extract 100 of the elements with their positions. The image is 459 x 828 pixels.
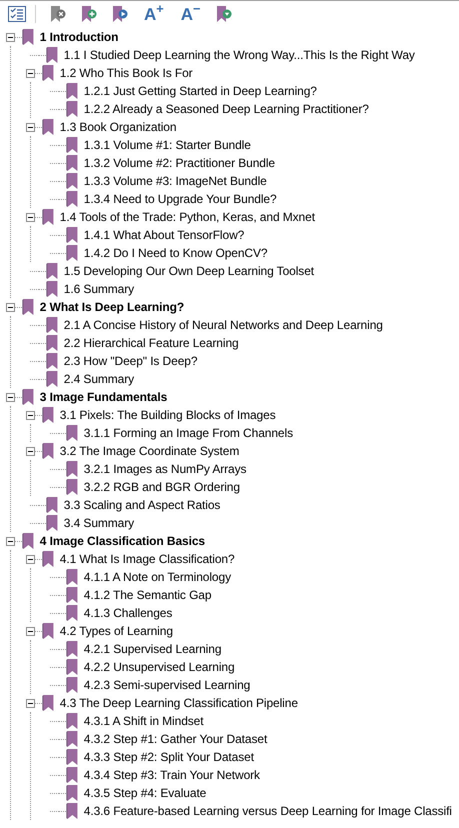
bookmark-icon — [42, 119, 55, 135]
bookmark-icon — [66, 587, 79, 603]
bookmark-title[interactable]: 3.4 Summary — [64, 514, 134, 532]
checklist-icon[interactable] — [8, 6, 26, 22]
bookmark-title[interactable]: 2.1 A Concise History of Neural Networks and Deep Learning — [64, 316, 383, 334]
collapse-toggle[interactable] — [26, 68, 35, 78]
bookmark-icon — [22, 29, 35, 45]
bookmark-icon — [46, 281, 59, 297]
collapse-toggle[interactable] — [6, 392, 15, 402]
bookmark-icon — [46, 47, 59, 63]
bookmark-title[interactable]: 1.2 Who This Book Is For — [60, 64, 193, 82]
bookmark-icon — [46, 317, 59, 333]
collapse-toggle[interactable] — [26, 446, 35, 456]
bookmark-title[interactable]: 1.3.2 Volume #2: Practitioner Bundle — [84, 154, 275, 172]
bookmark-icon — [66, 713, 79, 729]
bookmark-title[interactable]: 3.2.1 Images as NumPy Arrays — [84, 460, 246, 478]
bookmark-icon — [66, 173, 79, 189]
collapse-toggle[interactable] — [26, 698, 35, 708]
bookmark-title[interactable]: 4.3.1 A Shift in Mindset — [84, 712, 204, 730]
collapse-toggle[interactable] — [6, 32, 15, 42]
bookmark-icon — [42, 209, 55, 225]
bookmark-title[interactable]: 4.2.2 Unsupervised Learning — [84, 658, 235, 676]
bookmark-title[interactable]: 4.2.3 Semi-supervised Learning — [84, 676, 250, 694]
bookmark-icon — [66, 731, 79, 747]
collapse-toggle[interactable] — [6, 302, 15, 312]
bookmark-title[interactable]: 1 Introduction — [40, 28, 118, 46]
bookmark-title[interactable]: 3 Image Fundamentals — [40, 388, 168, 406]
bookmark-title[interactable]: 4.3.6 Feature-based Learning versus Deep Learning for Image Classifi — [84, 802, 452, 820]
bookmark-icon — [66, 137, 79, 153]
bookmark-title[interactable]: 1.2.1 Just Getting Started in Deep Learning? — [84, 82, 317, 100]
bookmark-title[interactable]: 1.4 Tools of the Trade: Python, Keras, and Mxnet — [60, 208, 315, 226]
bookmark-title[interactable]: 3.2.2 RGB and BGR Ordering — [84, 478, 240, 496]
collapse-toggle[interactable] — [6, 536, 15, 546]
bookmark-icon — [66, 767, 79, 783]
bookmark-title[interactable]: 1.6 Summary — [64, 280, 134, 298]
font-size-button[interactable]: A$^{−}$ — [178, 6, 202, 22]
bookmark-title[interactable]: 2.4 Summary — [64, 370, 134, 388]
bookmark-title[interactable]: 1.4.1 What About TensorFlow? — [84, 226, 244, 244]
bookmark-icon — [46, 335, 59, 351]
collapse-toggle[interactable] — [26, 122, 35, 132]
bookmark-title[interactable]: 1.4.2 Do I Need to Know OpenCV? — [84, 244, 268, 262]
bookmark-title[interactable]: 3.3 Scaling and Aspect Ratios — [64, 496, 220, 514]
bookmark-title[interactable]: 4.2.1 Supervised Learning — [84, 640, 222, 658]
bookmark-icon — [66, 803, 79, 819]
collapse-toggle[interactable] — [26, 212, 35, 222]
bookmark-title[interactable]: 4.1.1 A Note on Terminology — [84, 568, 231, 586]
bookmark-title[interactable]: 2.2 Hierarchical Feature Learning — [64, 334, 239, 352]
bookmark-title[interactable]: 4.2 Types of Learning — [60, 622, 173, 640]
bookmark-title[interactable]: 4.3.3 Step #2: Split Your Dataset — [84, 748, 254, 766]
bookmark-icon — [46, 515, 59, 531]
bookmark-title[interactable]: 4.3.5 Step #4: Evaluate — [84, 784, 206, 802]
bookmark-icon — [46, 353, 59, 369]
bookmark-title[interactable]: 3.1.1 Forming an Image From Channels — [84, 424, 293, 442]
bookmark-icon — [66, 749, 79, 765]
bookmark-icon — [66, 641, 79, 657]
bookmark-title[interactable]: 1.3.4 Need to Upgrade Your Bundle? — [84, 190, 277, 208]
bookmark-title[interactable]: 1.3.3 Volume #3: ImageNet Bundle — [84, 172, 267, 190]
collapse-toggle[interactable] — [26, 410, 35, 420]
bookmark-icon — [66, 191, 79, 207]
font-size-button[interactable]: A$^{+}$ — [142, 6, 166, 22]
bookmark-down-icon[interactable] — [215, 5, 234, 23]
bookmark-icon — [66, 677, 79, 693]
bookmark-title[interactable]: 3.1 Pixels: The Building Blocks of Images — [60, 406, 276, 424]
collapse-toggle[interactable] — [26, 554, 35, 564]
bookmark-icon — [66, 101, 79, 117]
bookmark-icon — [42, 407, 55, 423]
bookmark-title[interactable]: 2 What Is Deep Learning? — [40, 298, 184, 316]
bookmark-title[interactable]: 3.2 The Image Coordinate System — [60, 442, 240, 460]
bookmark-title[interactable]: 4.1.3 Challenges — [84, 604, 172, 622]
bookmark-icon — [22, 389, 35, 405]
bookmark-title[interactable]: 1.1 I Studied Deep Learning the Wrong Way...This Is the Right Way — [64, 46, 415, 64]
bookmark-icon — [42, 443, 55, 459]
bookmark-icon — [66, 461, 79, 477]
bookmark-arrow-icon[interactable] — [111, 5, 129, 23]
bookmark-title[interactable]: 4.1.2 The Semantic Gap — [84, 586, 212, 604]
bookmark-title[interactable]: 1.5 Developing Our Own Deep Learning Toolset — [64, 262, 314, 280]
bookmark-icon — [22, 533, 35, 549]
bookmark-title[interactable]: 1.3 Book Organization — [60, 118, 176, 136]
bookmark-icon — [66, 785, 79, 801]
bookmark-icon — [22, 299, 35, 315]
bookmark-add-icon[interactable] — [80, 5, 98, 23]
bookmark-title[interactable]: 4 Image Classification Basics — [40, 532, 205, 550]
bookmark-icon — [66, 569, 79, 585]
bookmark-icon — [42, 695, 55, 711]
bookmark-title[interactable]: 1.2.2 Already a Seasoned Deep Learning Practitioner? — [84, 100, 369, 118]
bookmark-icon — [66, 425, 79, 441]
bookmark-delete-icon[interactable] — [49, 5, 67, 23]
bookmark-title[interactable]: 4.3.2 Step #1: Gather Your Dataset — [84, 730, 268, 748]
bookmark-title[interactable]: 4.3.4 Step #3: Train Your Network — [84, 766, 260, 784]
bookmark-title[interactable]: 2.3 How "Deep" Is Deep? — [64, 352, 198, 370]
bookmark-icon — [46, 263, 59, 279]
bookmark-title[interactable]: 1.3.1 Volume #1: Starter Bundle — [84, 136, 251, 154]
bookmark-icon — [42, 65, 55, 81]
bookmark-icon — [46, 371, 59, 387]
collapse-toggle[interactable] — [26, 626, 35, 636]
bookmark-title[interactable]: 4.3 The Deep Learning Classification Pipeline — [60, 694, 298, 712]
bookmark-icon — [66, 245, 79, 261]
bookmark-icon — [42, 623, 55, 639]
bookmark-title[interactable]: 4.1 What Is Image Classification? — [60, 550, 235, 568]
bookmark-icon — [66, 659, 79, 675]
